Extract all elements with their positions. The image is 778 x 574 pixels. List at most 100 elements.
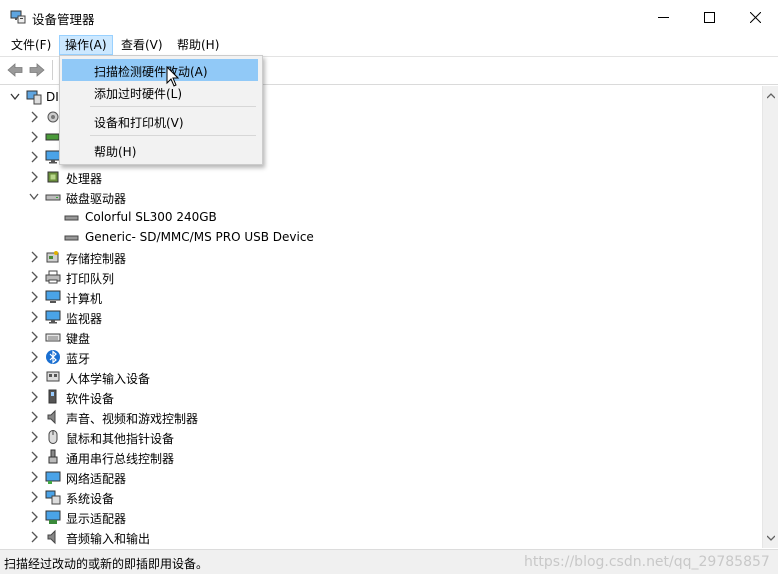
tree-category[interactable]: 计算机 — [0, 287, 760, 307]
title-bar: 设备管理器 — [0, 0, 778, 34]
tree-item-label: 磁盘驱动器 — [66, 192, 127, 206]
tree-category[interactable]: 网络适配器 — [0, 467, 760, 487]
close-icon — [749, 11, 761, 23]
device-manager-icon — [10, 10, 26, 24]
tree-category[interactable]: 显示适配器 — [0, 507, 760, 527]
menu-scan-hardware-label: 扫描检测硬件改动(A) — [94, 65, 208, 79]
chevron-down-icon[interactable] — [10, 91, 20, 103]
menu-separator — [90, 106, 256, 107]
menu-bar: 文件(F) 操作(A) 查看(V) 帮助(H) — [0, 34, 778, 57]
tree-item-label: 处理器 — [66, 172, 103, 186]
display-adapter-icon — [45, 510, 61, 524]
scroll-up-icon[interactable] — [767, 92, 775, 100]
menu-add-legacy-hardware[interactable]: 添加过时硬件(L) — [62, 81, 258, 103]
chevron-right-icon[interactable] — [29, 371, 39, 383]
maximize-icon — [703, 11, 715, 23]
tree-category[interactable]: 音频输入和输出 — [0, 527, 760, 547]
back-arrow-icon[interactable] — [6, 61, 24, 79]
tree-category[interactable]: 蓝牙 — [0, 347, 760, 367]
chevron-right-icon[interactable] — [29, 431, 39, 443]
menu-view[interactable]: 查看(V) — [116, 36, 168, 54]
chevron-right-icon[interactable] — [29, 171, 39, 183]
minimize-icon — [657, 16, 669, 18]
chevron-right-icon[interactable] — [29, 411, 39, 423]
chevron-right-icon[interactable] — [29, 251, 39, 263]
menu-help-item[interactable]: 帮助(H) — [62, 139, 258, 161]
chevron-right-icon[interactable] — [29, 111, 39, 123]
hid-icon — [46, 371, 60, 382]
minimize-button[interactable] — [640, 0, 686, 34]
tree-item-label: Generic- SD/MMC/MS PRO USB Device — [85, 230, 314, 244]
forward-arrow-icon[interactable] — [28, 61, 46, 79]
system-device-icon — [45, 490, 61, 505]
chevron-right-icon[interactable] — [29, 511, 39, 523]
storage-controller-icon — [46, 251, 59, 263]
chevron-down-icon[interactable] — [29, 191, 39, 203]
menu-file[interactable]: 文件(F) — [6, 36, 56, 54]
tree-category[interactable]: 系统设备 — [0, 487, 760, 507]
usb-icon — [48, 449, 58, 464]
chevron-right-icon[interactable] — [29, 311, 39, 323]
tree-item-label: 监视器 — [66, 312, 103, 326]
chevron-right-icon[interactable] — [29, 271, 39, 283]
menu-scan-hardware[interactable]: 扫描检测硬件改动(A) — [62, 59, 258, 81]
tree-category[interactable]: 处理器 — [0, 167, 760, 187]
status-text: 扫描经过改动的或新的即插即用设备。 — [4, 557, 209, 571]
tree-category[interactable]: 通用串行总线控制器 — [0, 447, 760, 467]
network-adapter-icon — [45, 471, 61, 484]
chevron-right-icon[interactable] — [29, 451, 39, 463]
scroll-down-icon[interactable] — [767, 534, 775, 542]
menu-devices-printers[interactable]: 设备和打印机(V) — [62, 110, 258, 132]
tree-category[interactable]: 声音、视频和游戏控制器 — [0, 407, 760, 427]
monitor-icon — [45, 310, 61, 324]
mouse-cursor-icon — [166, 66, 180, 87]
toolbar-separator — [52, 60, 53, 80]
tree-category[interactable]: 存储控制器 — [0, 247, 760, 267]
chevron-right-icon[interactable] — [29, 291, 39, 303]
menu-help[interactable]: 帮助(H) — [172, 36, 224, 54]
menu-action[interactable]: 操作(A) — [59, 35, 113, 55]
tree-item-label: 鼠标和其他指针设备 — [66, 432, 175, 446]
tree-item-label: 人体学输入设备 — [66, 372, 151, 386]
tree-item-label: 存储控制器 — [66, 252, 127, 266]
action-dropdown-menu: 扫描检测硬件改动(A) 添加过时硬件(L) 设备和打印机(V) 帮助(H) — [59, 55, 263, 165]
speaker-icon — [47, 529, 56, 545]
chevron-right-icon[interactable] — [29, 531, 39, 543]
tree-category[interactable]: 人体学输入设备 — [0, 367, 760, 387]
chevron-right-icon[interactable] — [29, 491, 39, 503]
maximize-button[interactable] — [686, 0, 732, 34]
chevron-right-icon[interactable] — [29, 391, 39, 403]
window-title: 设备管理器 — [32, 12, 95, 27]
tree-item-label: 通用串行总线控制器 — [66, 452, 175, 466]
tree-item-label: 计算机 — [66, 292, 103, 306]
chevron-right-icon[interactable] — [29, 131, 39, 143]
chevron-right-icon[interactable] — [29, 471, 39, 483]
tree-item-label: 音频输入和输出 — [66, 532, 151, 546]
disk-icon — [64, 235, 79, 241]
chevron-right-icon[interactable] — [29, 351, 39, 363]
menu-help-item-label: 帮助(H) — [94, 145, 137, 159]
tree-category[interactable]: 软件设备 — [0, 387, 760, 407]
tree-item-label: 声音、视频和游戏控制器 — [66, 412, 199, 426]
chevron-right-icon[interactable] — [29, 331, 39, 343]
printer-icon — [45, 270, 61, 284]
tree-category[interactable]: 监视器 — [0, 307, 760, 327]
close-button[interactable] — [732, 0, 778, 34]
speaker-icon — [47, 409, 56, 425]
tree-category[interactable]: 鼠标和其他指针设备 — [0, 427, 760, 447]
tree-item-label: 键盘 — [66, 332, 91, 346]
computer-root-icon — [26, 90, 42, 105]
mouse-icon — [48, 430, 58, 444]
vertical-scrollbar[interactable] — [762, 86, 778, 548]
menu-devices-printers-label: 设备和打印机(V) — [94, 116, 184, 130]
chevron-right-icon[interactable] — [29, 151, 39, 163]
device-item[interactable]: Colorful SL300 240GB — [0, 207, 760, 227]
tree-item-label: Colorful SL300 240GB — [85, 210, 217, 224]
tree-category[interactable]: 磁盘驱动器 — [0, 187, 760, 207]
tree-root-label: DI — [46, 90, 59, 104]
tree-category[interactable]: 键盘 — [0, 327, 760, 347]
bluetooth-icon — [46, 350, 60, 364]
device-item[interactable]: Generic- SD/MMC/MS PRO USB Device — [0, 227, 760, 247]
tree-category[interactable]: 打印队列 — [0, 267, 760, 287]
disk-drive-icon — [45, 194, 61, 201]
